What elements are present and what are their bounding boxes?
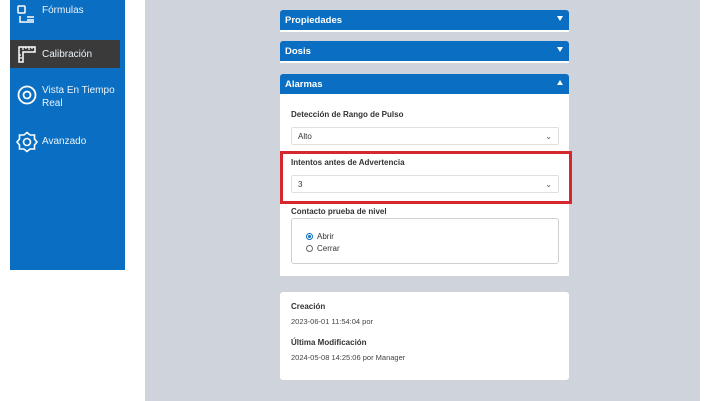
radio-label: Cerrar xyxy=(317,244,340,253)
sidebar-item-label: Fórmulas xyxy=(42,5,84,16)
accordion-header-alarmas[interactable]: Alarmas xyxy=(280,74,569,94)
attempts-select[interactable]: 3 ⌄ xyxy=(291,175,559,193)
radio-button[interactable] xyxy=(306,245,313,252)
chevron-down-icon: ⌄ xyxy=(545,132,552,141)
sidebar-item-calibracion[interactable]: Calibración xyxy=(10,40,120,68)
sidebar-item-avanzado[interactable]: Avanzado xyxy=(10,131,125,153)
gear-icon xyxy=(16,131,38,153)
ruler-icon xyxy=(18,46,36,63)
sidebar-item-label: Vista En Tiempo Real xyxy=(42,85,115,109)
accordion-title: Propiedades xyxy=(285,14,343,26)
divider xyxy=(280,30,569,32)
sidebar-item-label: Avanzado xyxy=(42,136,87,147)
radio-label: Abrir xyxy=(317,232,334,241)
pulse-range-select[interactable]: Alto ⌄ xyxy=(291,127,559,145)
select-value: Alto xyxy=(298,131,312,141)
divider xyxy=(280,61,569,63)
modified-value: 2024-05-08 14:25:06 por Manager xyxy=(291,353,406,362)
created-label: Creación xyxy=(291,302,326,311)
attempts-label: Intentos antes de Advertencia xyxy=(291,158,405,167)
chevron-down-icon: ⌄ xyxy=(545,180,552,189)
radio-option-cerrar[interactable]: Cerrar xyxy=(306,244,340,253)
accordion-header-dosis[interactable]: Dosis xyxy=(280,41,569,61)
info-card: Creación 2023-06-01 11:54:04 por Última … xyxy=(280,292,569,380)
accordion-title: Alarmas xyxy=(285,78,323,90)
sidebar-item-label: Calibración xyxy=(42,48,93,60)
sidebar-item-formulas[interactable]: Fórmulas xyxy=(10,4,125,26)
radio-option-abrir[interactable]: Abrir xyxy=(306,232,334,241)
formulas-icon xyxy=(17,5,34,23)
radio-button[interactable] xyxy=(306,233,313,240)
accordion-title: Dosis xyxy=(285,45,311,57)
sidebar: Fórmulas Calibración Vista En Tiempo Rea… xyxy=(10,0,125,270)
eye-icon xyxy=(17,85,37,105)
main-content: Propiedades Dosis Alarmas Detección de R… xyxy=(145,0,700,401)
level-contact-label: Contacto prueba de nivel xyxy=(291,207,387,216)
sidebar-item-vista-tiempo-real[interactable]: Vista En Tiempo Real xyxy=(10,84,125,110)
chevron-down-icon xyxy=(557,16,563,21)
created-value: 2023-06-01 11:54:04 por xyxy=(291,317,374,326)
accordion-header-propiedades[interactable]: Propiedades xyxy=(280,10,569,30)
chevron-down-icon xyxy=(557,47,563,52)
pulse-range-label: Detección de Rango de Pulso xyxy=(291,110,404,119)
modified-label: Última Modificación xyxy=(291,338,367,347)
level-contact-radio-group: Abrir Cerrar xyxy=(291,218,559,264)
select-value: 3 xyxy=(298,179,303,189)
chevron-up-icon xyxy=(557,80,563,85)
